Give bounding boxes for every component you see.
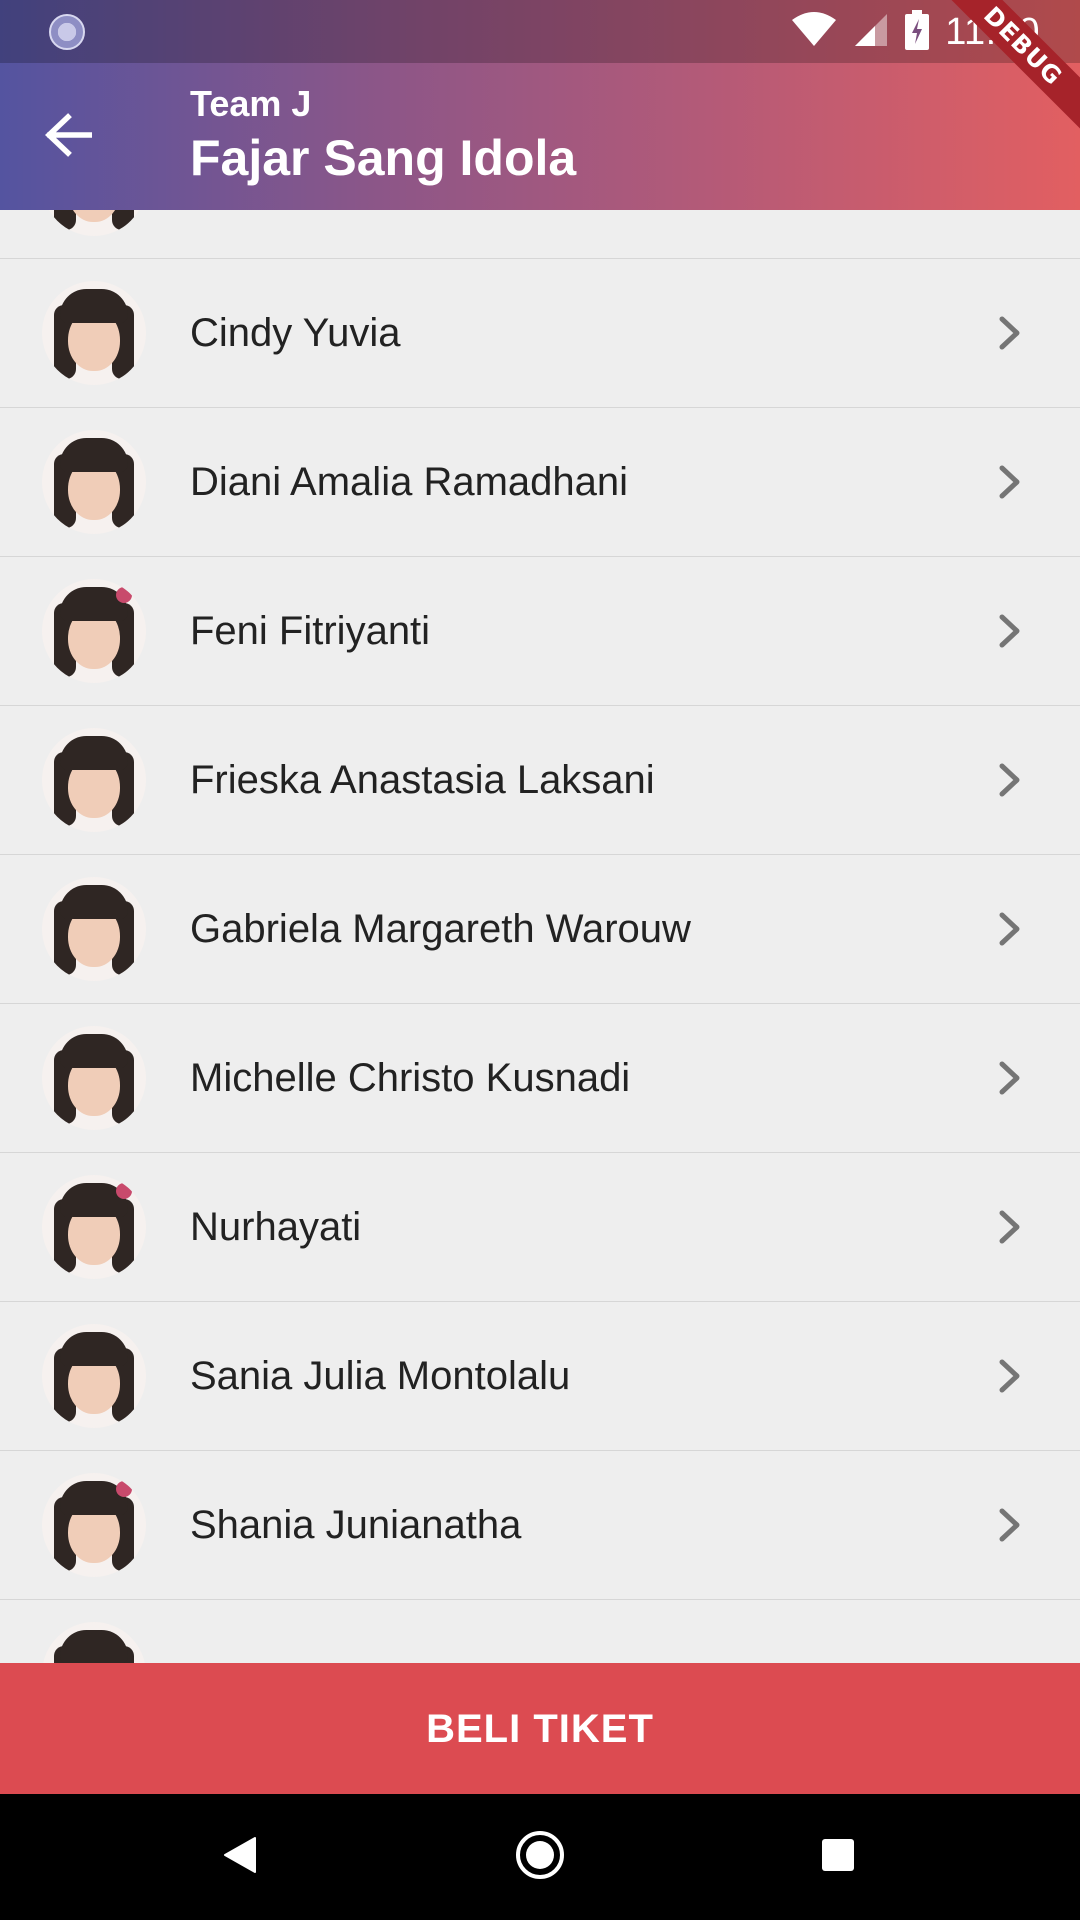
list-item[interactable]: Diani Amalia Ramadhani xyxy=(0,408,1080,557)
list-item[interactable]: Shania Junianatha xyxy=(0,1451,1080,1600)
member-name: Sania Julia Montolalu xyxy=(190,1354,571,1398)
member-name: Feni Fitriyanti xyxy=(190,609,431,653)
buy-ticket-button[interactable]: BELI TIKET xyxy=(0,1663,1080,1794)
avatar xyxy=(42,877,146,981)
list-item[interactable]: Feni Fitriyanti xyxy=(0,557,1080,706)
member-name: Diani Amalia Ramadhani xyxy=(190,460,629,504)
avatar xyxy=(42,728,146,832)
home-circle-icon xyxy=(515,1830,565,1885)
chevron-right-icon xyxy=(988,1503,1032,1547)
avatar xyxy=(42,579,146,683)
back-button[interactable] xyxy=(36,105,100,169)
member-name: Cindy Yuvia xyxy=(190,311,401,355)
app-bar: Team J Fajar Sang Idola xyxy=(0,63,1080,210)
nav-recents-button[interactable] xyxy=(803,1822,873,1892)
chevron-right-icon xyxy=(988,460,1032,504)
nav-back-button[interactable] xyxy=(205,1822,275,1892)
navigation-bar xyxy=(0,1794,1080,1920)
list-item[interactable]: Frieska Anastasia Laksani xyxy=(0,706,1080,855)
avatar xyxy=(42,1175,146,1279)
chevron-right-icon xyxy=(988,1354,1032,1398)
loading-icon xyxy=(49,14,85,50)
list-item[interactable]: Michelle Christo Kusnadi xyxy=(0,1004,1080,1153)
battery-charging-icon xyxy=(905,9,930,55)
arrow-back-icon xyxy=(44,112,93,162)
back-triangle-icon xyxy=(223,1836,257,1879)
member-name: Nurhayati xyxy=(190,1205,362,1249)
status-bar: 11:10 xyxy=(0,0,1080,63)
app-subtitle: Team J xyxy=(190,83,312,124)
member-name: Shania Junianatha xyxy=(190,1503,522,1547)
screen: Putri Cindy Yuvia Diani Amalia Ramadhani… xyxy=(0,0,1080,1920)
chevron-right-icon xyxy=(988,609,1032,653)
member-name: Gabriela Margareth Warouw xyxy=(190,907,691,951)
recents-square-icon xyxy=(821,1838,855,1877)
chevron-right-icon xyxy=(988,1056,1032,1100)
avatar xyxy=(42,430,146,534)
list-item[interactable]: Cindy Yuvia xyxy=(0,259,1080,408)
chevron-right-icon xyxy=(988,311,1032,355)
avatar xyxy=(42,1473,146,1577)
list-item[interactable]: Gabriela Margareth Warouw xyxy=(0,855,1080,1004)
list-item[interactable]: Nurhayati xyxy=(0,1153,1080,1302)
chevron-right-icon xyxy=(988,758,1032,802)
avatar xyxy=(42,281,146,385)
member-name: Frieska Anastasia Laksani xyxy=(190,758,655,802)
list-item[interactable]: Sania Julia Montolalu xyxy=(0,1302,1080,1451)
chevron-right-icon xyxy=(988,1205,1032,1249)
member-name: Michelle Christo Kusnadi xyxy=(190,1056,631,1100)
avatar xyxy=(42,1026,146,1130)
signal-icon xyxy=(853,12,889,53)
page-title: Fajar Sang Idola xyxy=(190,130,577,186)
member-list[interactable]: Putri Cindy Yuvia Diani Amalia Ramadhani… xyxy=(0,110,1080,1749)
chevron-right-icon xyxy=(988,907,1032,951)
avatar xyxy=(42,1324,146,1428)
wifi-icon xyxy=(791,11,837,53)
nav-home-button[interactable] xyxy=(505,1822,575,1892)
